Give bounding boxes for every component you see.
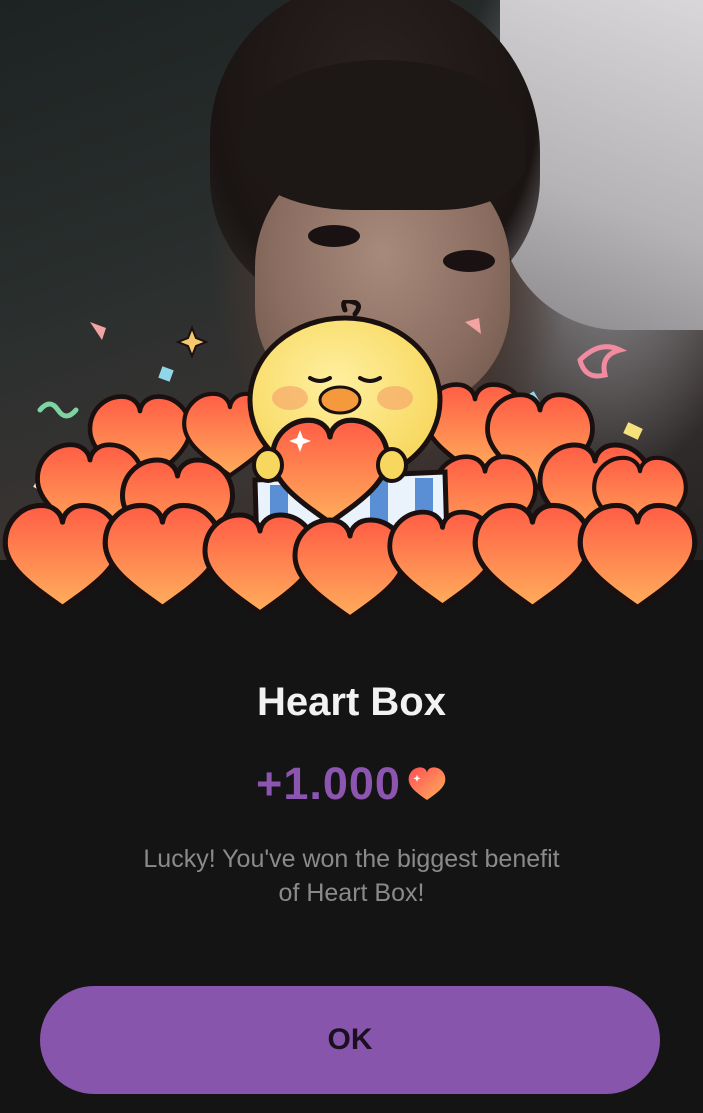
ok-button[interactable]: OK: [40, 986, 660, 1094]
reward-amount: +1.000: [256, 758, 401, 809]
reward-description: Lucky! You've won the biggest benefit of…: [100, 842, 603, 910]
photo-eye-left: [308, 225, 360, 247]
description-line-1: Lucky! You've won the biggest benefit: [143, 845, 560, 873]
dialog-title: Heart Box: [257, 680, 446, 724]
ok-button-label: OK: [327, 1023, 373, 1056]
photo-bangs: [240, 60, 525, 210]
heart-box-illustration: [0, 300, 703, 640]
heart-icon: [408, 767, 446, 800]
description-line-2: of Heart Box!: [278, 879, 425, 907]
photo-eye-right: [443, 250, 495, 272]
reward-amount-row: +1.000: [0, 758, 703, 810]
screen: Heart Box +1.000 Lucky! You've won the b…: [0, 0, 703, 1113]
sparkle-icon: [175, 325, 209, 359]
